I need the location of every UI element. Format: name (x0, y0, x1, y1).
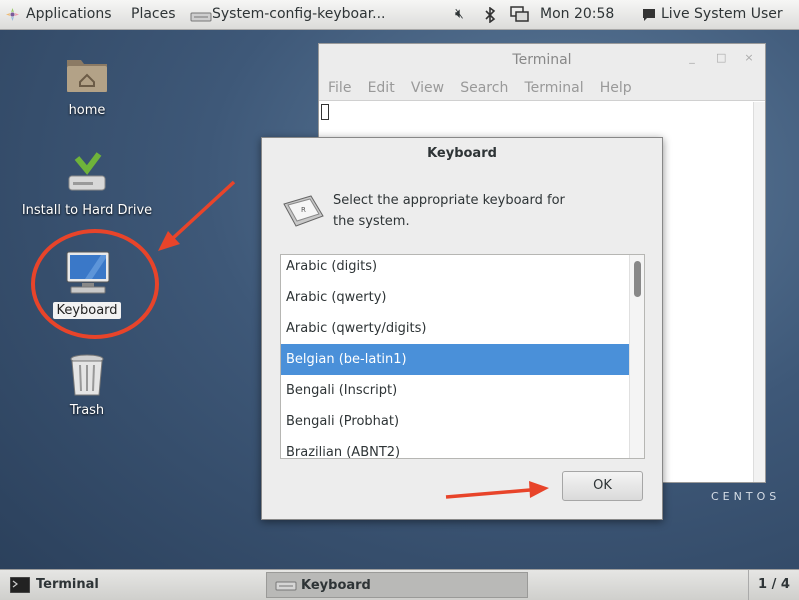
close-button[interactable]: × (744, 52, 754, 63)
list-item[interactable]: Bengali (Inscript) (281, 375, 631, 406)
terminal-cursor (321, 104, 329, 120)
list-item[interactable]: Bengali (Probhat) (281, 406, 631, 437)
list-item[interactable]: Arabic (qwerty/digits) (281, 313, 631, 344)
list-item[interactable]: Arabic (digits) (281, 255, 631, 282)
taskbar-terminal[interactable]: Terminal (2, 572, 264, 598)
keyboard-small-icon (190, 12, 212, 22)
list-item[interactable]: Arabic (qwerty) (281, 282, 631, 313)
active-window-title[interactable]: System-config-keyboar... (212, 6, 386, 22)
chat-icon (643, 9, 655, 21)
keyboard-small-icon (275, 581, 297, 591)
bottom-panel: Terminal Keyboard 1 / 4 (0, 569, 799, 600)
top-panel: Applications Places System-config-keyboa… (0, 0, 799, 30)
desktop-icon-home[interactable]: home (17, 52, 157, 119)
taskbar-label: Keyboard (301, 578, 371, 593)
clock[interactable]: Mon 20:58 (540, 6, 614, 22)
desktop-icon-trash[interactable]: Trash (17, 353, 157, 419)
applications-icon (6, 8, 19, 21)
scrollbar-thumb[interactable] (634, 261, 641, 297)
dialog-prompt: Select the appropriate keyboard for the … (333, 190, 593, 232)
prompt-line-2: the system. (333, 214, 410, 229)
terminal-icon (10, 577, 30, 593)
places-menu[interactable]: Places (131, 6, 176, 22)
centos-watermark: CENTOS (711, 490, 781, 503)
taskbar-keyboard[interactable]: Keyboard (266, 572, 528, 598)
minimize-button[interactable]: _ (687, 52, 697, 63)
menu-view[interactable]: View (411, 76, 444, 100)
trash-icon (70, 354, 104, 396)
ok-button[interactable]: OK (562, 471, 643, 501)
install-hard-drive-icon (68, 152, 106, 191)
prompt-line-1: Select the appropriate keyboard for (333, 193, 565, 208)
menu-edit[interactable]: Edit (368, 76, 395, 100)
keyboard-key-icon: R (283, 195, 324, 227)
terminal-title: Terminal (512, 52, 572, 68)
keyboard-dialog: Keyboard R Select the appropriate keyboa… (261, 137, 663, 520)
menu-help[interactable]: Help (600, 76, 632, 100)
dialog-title: Keyboard (427, 146, 497, 161)
keyboard-layout-list[interactable]: Arabic (digits) Arabic (qwerty) Arabic (… (280, 254, 645, 459)
desktop-icon-keyboard[interactable]: Keyboard (17, 250, 157, 319)
arrow-to-keyboard-icon (158, 180, 236, 251)
desktop-icon-label: Keyboard (53, 302, 121, 319)
user-menu[interactable]: Live System User (661, 6, 783, 22)
desktop-icon-label: home (68, 103, 106, 118)
terminal-titlebar[interactable]: Terminal (319, 44, 765, 76)
terminal-scrollbar[interactable] (753, 102, 765, 482)
menu-file[interactable]: File (328, 76, 351, 100)
volume-icon[interactable]: 🔇︎ (455, 6, 464, 22)
svg-text:R: R (301, 206, 306, 214)
workspace-indicator[interactable]: 1 / 4 (748, 570, 799, 600)
menu-terminal[interactable]: Terminal (524, 76, 583, 100)
folder-home-icon (67, 60, 107, 92)
desktop-icon-label: Trash (69, 403, 105, 418)
applications-menu[interactable]: Applications (26, 6, 112, 22)
list-item[interactable]: Brazilian (ABNT2) (281, 437, 631, 458)
bluetooth-icon[interactable] (484, 7, 496, 23)
desktop-icon-label: Install to Hard Drive (21, 203, 153, 218)
menu-search[interactable]: Search (460, 76, 508, 100)
monitor-icon (66, 251, 110, 294)
taskbar-label: Terminal (36, 577, 99, 592)
network-icon[interactable] (509, 6, 529, 22)
list-item-selected[interactable]: Belgian (be-latin1) (281, 344, 631, 375)
maximize-button[interactable]: □ (716, 52, 726, 63)
list-scrollbar[interactable] (629, 255, 644, 458)
terminal-menubar: File Edit View Search Terminal Help (319, 76, 765, 101)
desktop-icon-install[interactable]: Install to Hard Drive (17, 152, 157, 219)
